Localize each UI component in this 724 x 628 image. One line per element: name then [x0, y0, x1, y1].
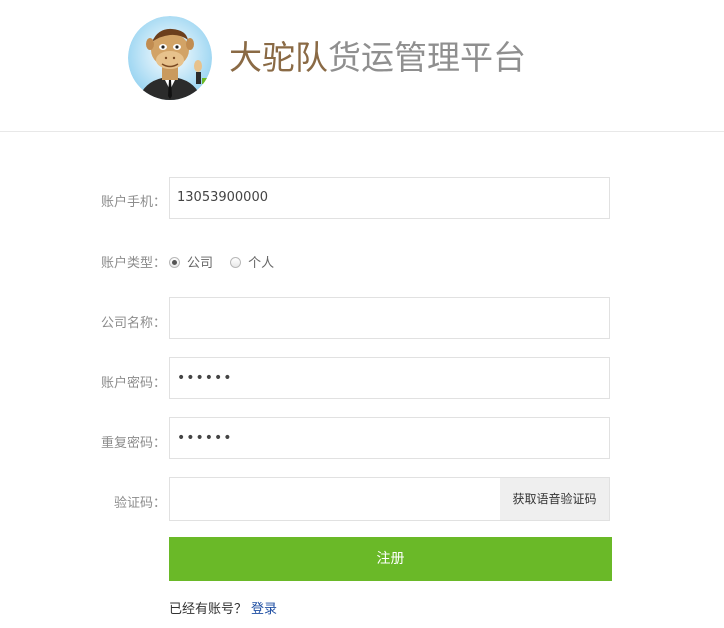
company-name-label: 公司名称：: [100, 316, 166, 331]
brand-title-primary: 大驼队: [229, 38, 328, 77]
login-prompt: 已经有账号？ 登录: [169, 598, 277, 617]
confirm-password-label: 重复密码：: [100, 436, 166, 451]
header: 大驼队货运管理平台: [0, 0, 724, 132]
brand-title-secondary: 货运管理平台: [328, 38, 526, 77]
password-input[interactable]: ••••••: [169, 357, 610, 399]
confirm-password-input[interactable]: ••••••: [169, 417, 610, 459]
phone-input[interactable]: 13053900000: [169, 177, 610, 219]
brand-title: 大驼队货运管理平台: [229, 36, 526, 80]
login-link[interactable]: 登录: [251, 602, 277, 617]
radio-company[interactable]: [169, 257, 180, 268]
password-label: 账户密码：: [100, 376, 166, 391]
phone-label: 账户手机：: [100, 195, 166, 210]
has-account-text: 已经有账号？: [169, 602, 248, 617]
verification-code-input[interactable]: [169, 477, 500, 521]
radio-personal[interactable]: [230, 257, 242, 268]
radio-personal-label[interactable]: 个人: [248, 256, 274, 271]
account-type-radio-group: 公司 个人: [169, 252, 287, 271]
verification-code-label: 验证码：: [113, 496, 166, 511]
radio-company-label[interactable]: 公司: [187, 256, 213, 271]
account-type-label: 账户类型：: [100, 256, 166, 271]
register-button[interactable]: 注册: [169, 537, 612, 581]
camel-mascot-icon: [128, 16, 212, 100]
company-name-input[interactable]: [169, 297, 610, 339]
get-voice-code-button[interactable]: 获取语音验证码: [500, 477, 610, 521]
